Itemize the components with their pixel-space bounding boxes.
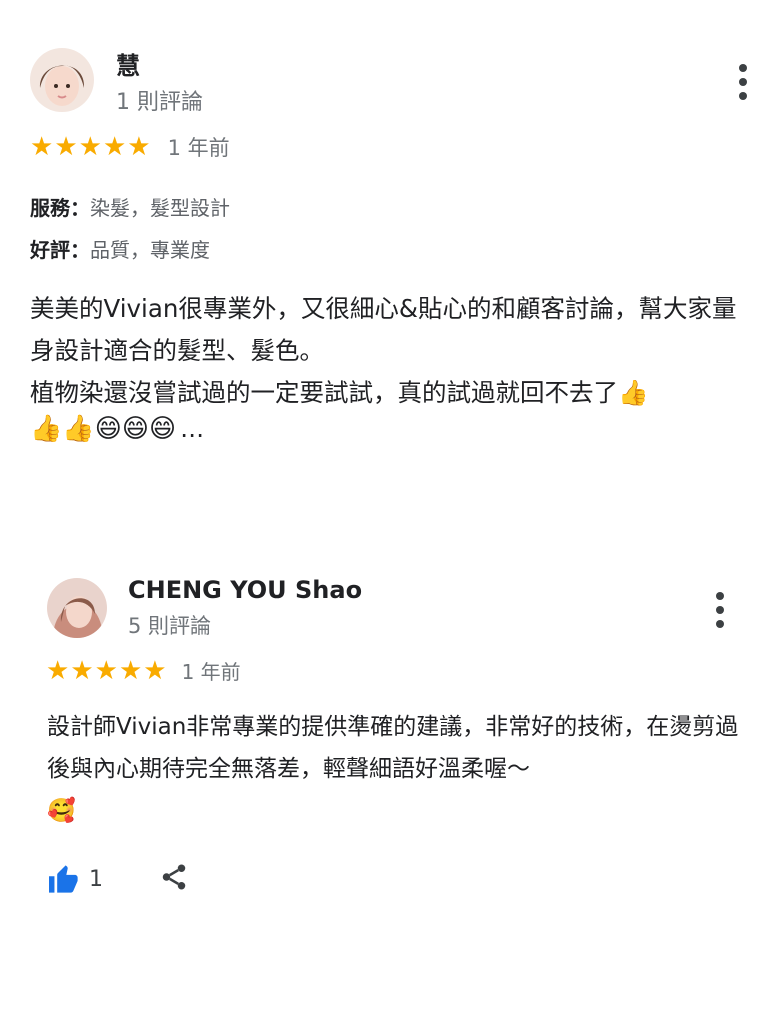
star-icon: ★ <box>143 655 167 686</box>
more-options-button[interactable] <box>714 592 726 628</box>
rating-row: ★ ★ ★ ★ ★ 1 年前 <box>30 132 230 162</box>
avatar[interactable] <box>30 48 94 112</box>
share-icon <box>162 864 186 890</box>
review-time: 1 年前 <box>181 660 241 684</box>
star-icon: ★ <box>70 655 94 686</box>
star-icon: ★ <box>78 132 102 162</box>
review-text: 美美的Vivian很專業外，又很細心&貼心的和顧客討論，幫大家量身設計適合的髮型… <box>30 294 737 407</box>
reviewer-name[interactable]: CHENG YOU Shao <box>128 576 362 604</box>
attribute-key: 好評： <box>30 238 90 262</box>
reviewer-review-count: 5 則評論 <box>128 614 212 638</box>
attribute-value: 染髮，髮型設計 <box>90 196 230 220</box>
review-actions: 1 <box>47 862 189 896</box>
like-count: 1 <box>89 866 103 892</box>
avatar[interactable] <box>47 578 107 638</box>
share-button[interactable] <box>159 862 189 896</box>
more-vert-icon <box>716 592 724 600</box>
review-time: 1 年前 <box>167 136 230 160</box>
star-icon: ★ <box>118 655 143 686</box>
star-icon: ★ <box>46 655 70 686</box>
star-icon: ★ <box>127 132 151 162</box>
review-text: 設計師Vivian非常專業的提供準確的建議，非常好的技術，在燙剪過後與內心期待完… <box>47 714 739 824</box>
like-button[interactable]: 1 <box>47 864 103 894</box>
more-options-button[interactable] <box>737 64 749 100</box>
read-more-ellipsis[interactable]: … <box>180 415 204 443</box>
reviewer-name[interactable]: 慧 <box>116 46 140 81</box>
review-attribute-positives: 好評：品質，專業度 <box>30 234 210 263</box>
attribute-value: 品質，專業度 <box>90 238 210 262</box>
review-attribute-services: 服務：染髮，髮型設計 <box>30 192 230 221</box>
star-icon: ★ <box>102 132 127 162</box>
review-text-continuation[interactable]: 👍👍😄😄😄 … <box>30 414 204 444</box>
emoji-sequence: 👍👍😄😄😄 <box>30 414 177 444</box>
star-rating: ★ ★ ★ ★ ★ <box>30 134 152 160</box>
star-icon: ★ <box>30 132 54 162</box>
rating-row: ★ ★ ★ ★ ★ 1 年前 <box>46 656 241 685</box>
more-vert-icon <box>739 64 747 72</box>
star-rating: ★ ★ ★ ★ ★ <box>46 658 168 684</box>
star-icon: ★ <box>54 132 78 162</box>
star-icon: ★ <box>94 655 118 686</box>
thumb-up-icon <box>49 865 78 893</box>
reviewer-review-count: 1 則評論 <box>116 90 203 115</box>
attribute-key: 服務： <box>30 196 90 220</box>
